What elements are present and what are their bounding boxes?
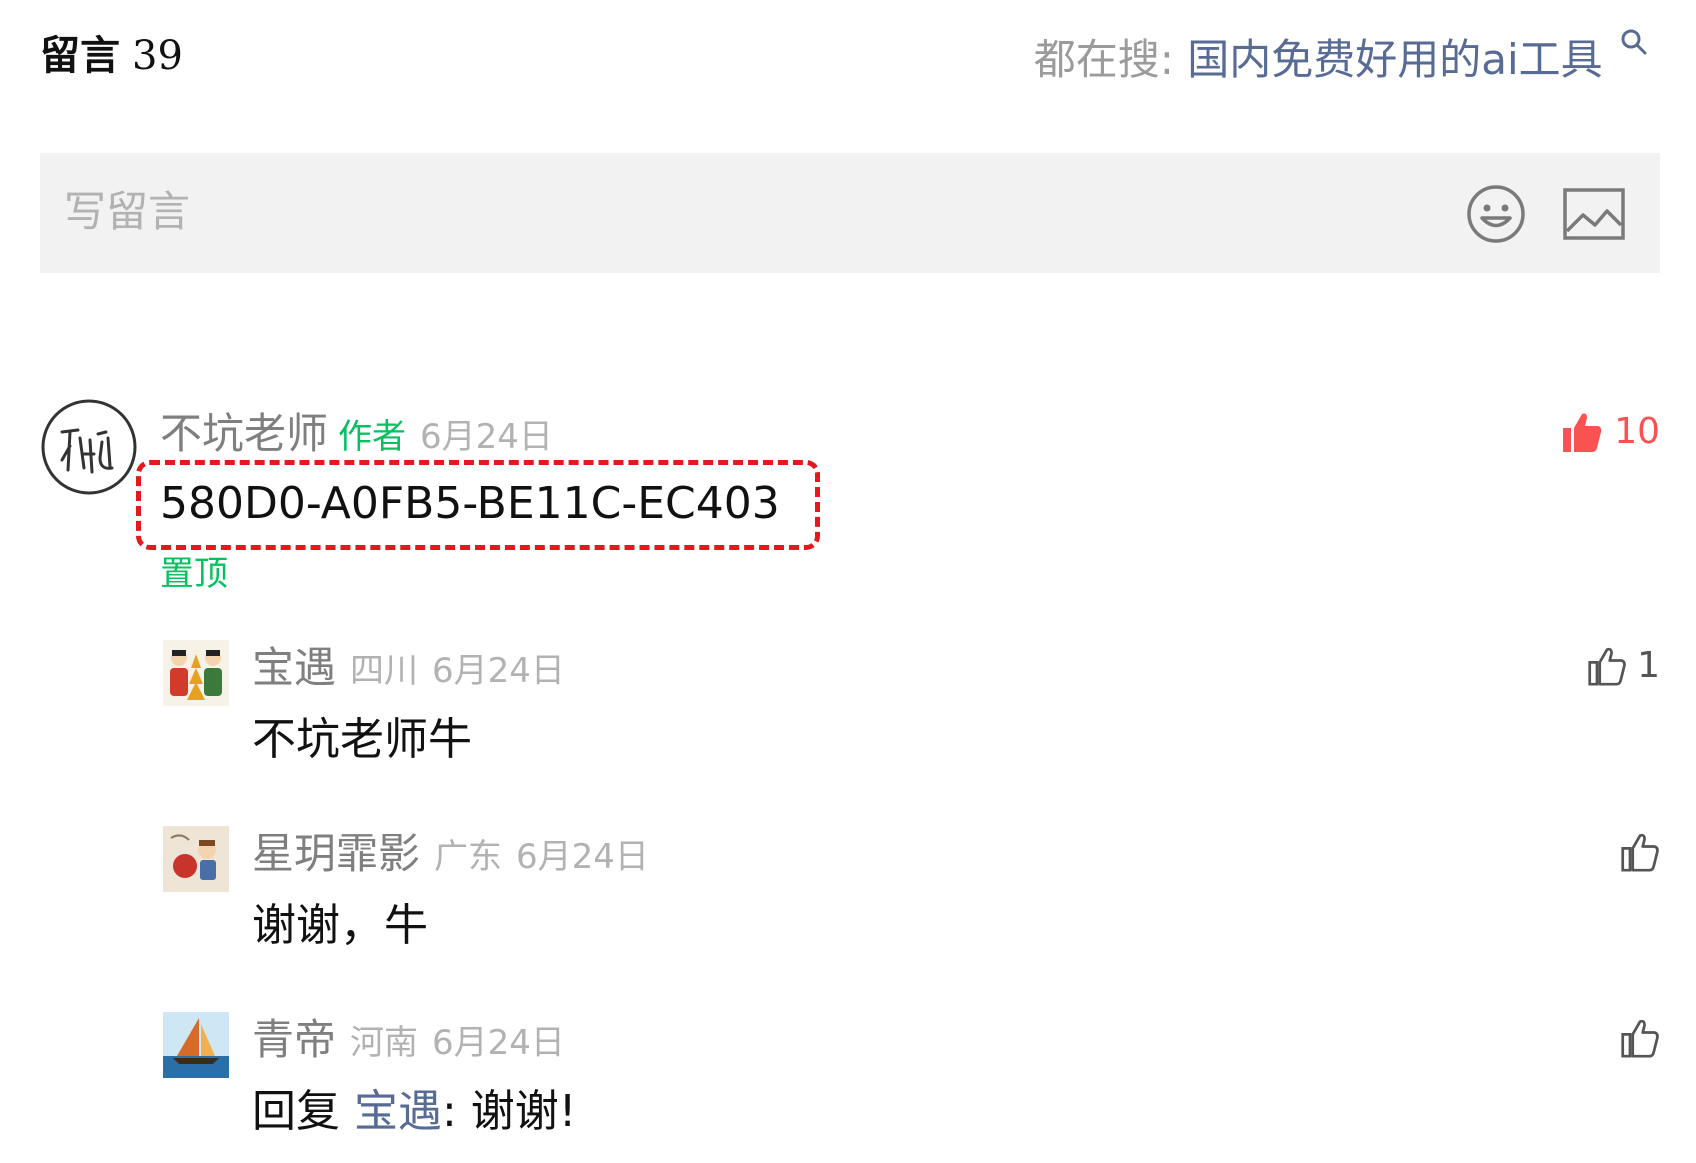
reply-content: 回复 宝遇: 谢谢! bbox=[252, 1082, 576, 1142]
reply-to-name[interactable]: 宝遇 bbox=[354, 1086, 442, 1137]
reply-location: 河南 bbox=[350, 1023, 419, 1063]
reply-text: : 谢谢! bbox=[442, 1086, 577, 1137]
comment-header: 青帝 河南 6月24日 bbox=[252, 1014, 565, 1075]
like-button[interactable] bbox=[1620, 1012, 1660, 1062]
reply-prefix: 回复 bbox=[252, 1086, 340, 1137]
reply-item: 青帝 河南 6月24日 回复 宝遇: 谢谢! bbox=[0, 0, 1696, 1150]
reply-avatar[interactable] bbox=[163, 1012, 229, 1078]
thumbs-up-icon bbox=[1621, 1019, 1659, 1058]
reply-nickname[interactable]: 青帝 bbox=[252, 1015, 336, 1064]
reply-date: 6月24日 bbox=[432, 1023, 565, 1063]
